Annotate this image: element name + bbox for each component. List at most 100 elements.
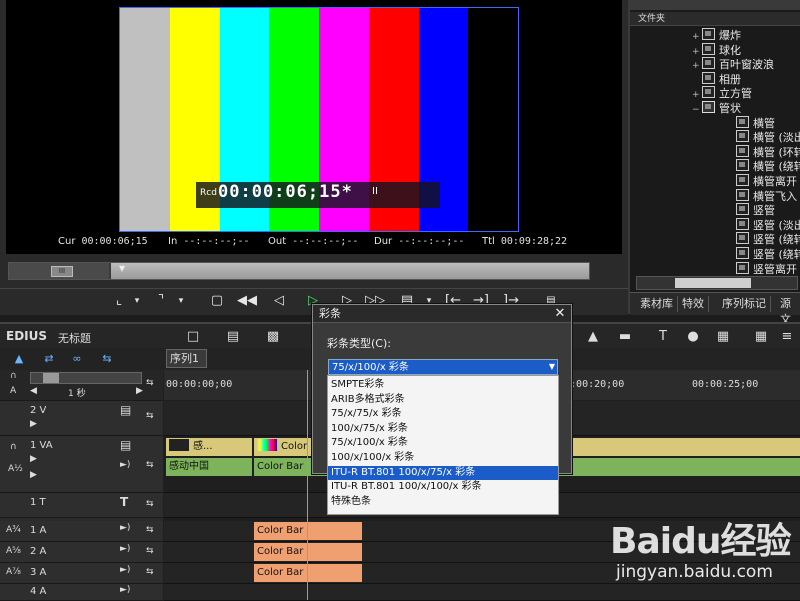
zoom-right-arrow[interactable]: ▶ — [136, 386, 143, 396]
tree-item[interactable]: 横管 — [726, 115, 775, 130]
tree-item[interactable]: 横管飞入 — [726, 188, 797, 203]
expand-icon[interactable]: ▶ — [30, 454, 37, 464]
sync-icon[interactable]: ⇆ — [146, 460, 154, 470]
mark-out-dropdown[interactable]: ▾ — [170, 291, 192, 311]
tree-item-label: 百叶窗波浪 — [719, 58, 774, 72]
dropdown-option[interactable]: 特殊色条 — [328, 495, 558, 510]
panel-tab[interactable]: 素材库 — [636, 296, 678, 312]
track-4a[interactable]: 4 A ►) — [0, 584, 163, 601]
sync-icon[interactable]: ⇆ — [146, 499, 154, 509]
mark-in-dropdown[interactable]: ▾ — [126, 291, 148, 311]
open-icon[interactable]: ▤ — [220, 326, 246, 348]
speaker-icon[interactable]: ►) — [120, 565, 130, 575]
speaker-icon[interactable]: ►) — [120, 460, 130, 470]
tree-item[interactable]: 相册 — [692, 71, 741, 86]
microphone-icon[interactable]: ● — [680, 326, 706, 348]
panel-tab[interactable]: 序列标记 — [718, 296, 771, 312]
track-1a[interactable]: A¾ 1 A ►) ⇆ — [0, 521, 163, 542]
playhead-marker-icon[interactable]: ▾ — [119, 261, 129, 279]
track-1t[interactable]: 1 T T ⇆ — [0, 493, 163, 518]
dropdown-option[interactable]: 75/x/75/x 彩条 — [328, 407, 558, 422]
panel-tab[interactable]: 特效 — [678, 296, 709, 312]
tree-item[interactable]: 横管 (绕转： — [726, 159, 800, 173]
mark-out-button[interactable]: ⌝ — [150, 291, 172, 311]
clip-a1-colorbar[interactable]: Color Bar — [254, 522, 362, 540]
dropdown-option[interactable]: 75/x/100/x 彩条 — [328, 436, 558, 451]
shuttle-track[interactable]: III — [9, 263, 109, 279]
tree-item[interactable]: 竖管 (绕转： — [726, 232, 800, 246]
tree-hscroll-thumb[interactable] — [675, 278, 751, 288]
step-back-icon[interactable]: ◁ — [268, 291, 290, 311]
video-mute-icon[interactable]: ▤ — [120, 403, 131, 417]
speaker-icon[interactable]: ►) — [120, 544, 130, 554]
expand-toggle-icon[interactable]: − — [692, 103, 702, 117]
dropdown-option[interactable]: 100/x/75/x 彩条 — [328, 422, 558, 437]
ripple-icon[interactable]: ⇄ — [40, 352, 58, 366]
render-icon[interactable]: ▦ — [710, 326, 736, 348]
new-file-icon[interactable]: □ — [180, 326, 206, 348]
sync-icon[interactable]: ⇆ — [146, 525, 154, 535]
video-mute-icon[interactable]: ▤ — [120, 438, 131, 452]
zoom-slider-thumb[interactable] — [43, 373, 59, 383]
position-track[interactable] — [111, 263, 589, 279]
dropdown-option[interactable]: SMPTE彩条 — [328, 378, 558, 393]
tree-item[interactable]: 竖管 (淡出) — [726, 217, 800, 232]
tree-item[interactable]: 横管 (淡出) — [726, 130, 800, 144]
tree-item[interactable]: + 百叶窗波浪 — [692, 57, 774, 71]
color-bar-type-select[interactable]: 75/x/100/x 彩条 ▼ — [328, 359, 558, 375]
dropdown-option[interactable]: ITU-R BT.801 100/x/75/x 彩条 — [328, 465, 558, 481]
track-1va[interactable]: ∩ 1 VA ▤ ▶ ▶ ►) A½ ⇆ — [0, 436, 163, 493]
dropdown-option[interactable]: ITU-R BT.801 100/x/100/x 彩条 — [328, 480, 558, 495]
expand-audio-icon[interactable]: ▶ — [30, 470, 37, 480]
timeline-playhead[interactable] — [307, 370, 308, 600]
dropdown-option[interactable]: ARIB多格式彩条 — [328, 393, 558, 408]
speaker-icon[interactable]: ►) — [120, 585, 130, 595]
group-icon[interactable]: ⇆ — [98, 352, 116, 366]
tree-item[interactable]: 横管离开 — [726, 174, 797, 188]
track-2v[interactable]: 2 V ▤ ▶ ⇆ — [0, 401, 163, 436]
grid-icon[interactable]: ▦ — [748, 326, 774, 348]
tree-item[interactable]: 横管 (环转： — [726, 144, 800, 159]
tree-item[interactable]: − 管状 — [692, 101, 741, 115]
tree-item[interactable]: + 球化 — [692, 42, 741, 57]
panel-tab[interactable]: 源文件 — [776, 296, 800, 342]
clip-audio-gandong[interactable]: 感动中国 — [166, 458, 252, 476]
sync-icon[interactable]: ⇆ — [146, 567, 154, 577]
track-3a[interactable]: A⅞ 3 A ►) ⇆ — [0, 563, 163, 584]
effect-icon — [736, 159, 749, 172]
rewind-icon[interactable]: ◀◀ — [236, 291, 258, 311]
shuttle-thumb[interactable]: III — [51, 266, 73, 277]
tree-item[interactable]: + 爆炸 — [692, 28, 741, 42]
tree-item[interactable]: 竖管 (绕转：3 — [726, 247, 800, 261]
track-2a[interactable]: A⅝ 2 A ►) ⇆ — [0, 542, 163, 563]
title-track-icon[interactable]: T — [120, 495, 128, 509]
save-icon[interactable]: ▩ — [260, 326, 286, 348]
zoom-left-arrow[interactable]: ◀ — [30, 386, 37, 396]
dropdown-option[interactable]: 100/x/100/x 彩条 — [328, 451, 558, 466]
settings-icon[interactable]: ≡ — [774, 326, 800, 348]
tree-item[interactable]: 竖管离开 — [726, 261, 797, 274]
tab-sequence[interactable]: 序列1 — [166, 349, 207, 368]
zoom-slider[interactable] — [30, 372, 142, 384]
scrub-bar[interactable]: III ▾ — [8, 261, 590, 280]
clip-a2-colorbar[interactable]: Color Bar — [254, 543, 362, 561]
link-icon[interactable]: ∞ — [68, 352, 86, 366]
tree-item[interactable]: + 立方管 — [692, 86, 752, 100]
close-icon[interactable]: ✕ — [551, 305, 569, 323]
stop-icon[interactable]: ▢ — [206, 291, 228, 311]
track-icon[interactable]: ▲ — [10, 352, 28, 366]
cut-icon[interactable]: ▬ — [612, 326, 638, 348]
clip-video-gandong[interactable]: 感... — [166, 438, 252, 456]
lock-icon[interactable]: ∩ — [10, 371, 17, 381]
expand-icon[interactable]: ▶ — [30, 419, 37, 429]
ripple-toggle-icon[interactable]: ⇆ — [146, 378, 154, 388]
title-tool-icon[interactable]: T — [650, 326, 676, 348]
clip-a3-colorbar[interactable]: Color Bar — [254, 564, 362, 582]
tool-icon[interactable]: ▲ — [580, 326, 606, 348]
sync-icon[interactable]: ⇆ — [146, 546, 154, 556]
sync-icon[interactable]: ⇆ — [146, 411, 154, 421]
tree-item[interactable]: 竖管 — [726, 203, 775, 217]
speaker-icon[interactable]: ►) — [120, 523, 130, 533]
chevron-down-icon[interactable]: ▼ — [545, 360, 559, 374]
tree-hscrollbar[interactable] — [636, 276, 798, 290]
